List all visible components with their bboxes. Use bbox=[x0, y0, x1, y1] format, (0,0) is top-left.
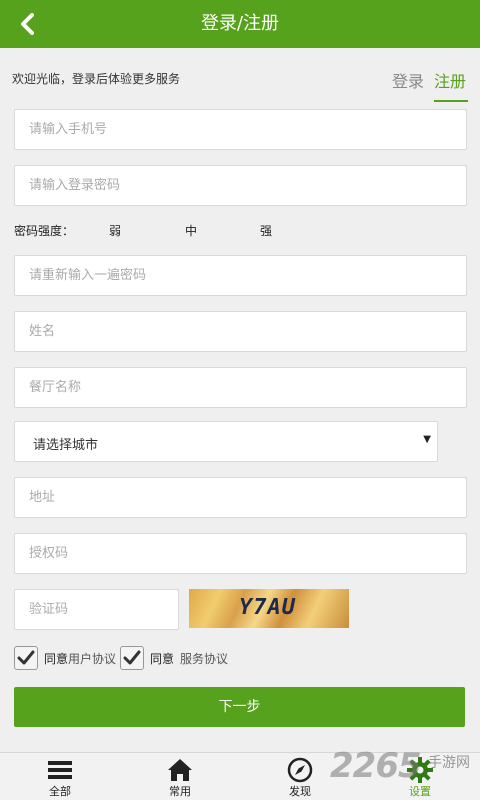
address-field-wrap bbox=[14, 477, 467, 518]
menu-icon bbox=[48, 761, 72, 779]
gear-icon bbox=[407, 757, 433, 783]
confirm-password-input[interactable] bbox=[15, 256, 466, 295]
welcome-text: 欢迎光临，登录后体验更多服务 bbox=[12, 72, 181, 86]
service-agreement-link[interactable]: 服务协议 bbox=[180, 650, 228, 667]
compass-icon bbox=[287, 757, 313, 783]
strength-label: 密码强度： bbox=[14, 224, 75, 238]
restaurant-name-input[interactable] bbox=[15, 368, 466, 407]
agree-user-checkbox[interactable] bbox=[14, 646, 38, 670]
captcha-text: Y7AU bbox=[239, 595, 296, 620]
phone-field-wrap bbox=[14, 109, 467, 150]
tab-login[interactable]: 登录 bbox=[392, 68, 424, 92]
welcome-row: 欢迎光临，登录后体验更多服务 登录 注册 bbox=[0, 48, 480, 102]
name-field-wrap bbox=[14, 311, 467, 352]
city-select[interactable]: 请选择城市 ▼ bbox=[14, 421, 438, 462]
name-input[interactable] bbox=[15, 312, 466, 351]
home-icon bbox=[168, 759, 192, 781]
auth-code-input[interactable] bbox=[15, 534, 466, 573]
page-title: 登录/注册 bbox=[200, 13, 280, 34]
nav-label-settings: 设置 bbox=[409, 785, 431, 798]
password-field-wrap bbox=[14, 165, 467, 206]
auth-code-field-wrap bbox=[14, 533, 467, 574]
nav-item-settings[interactable]: 设置 bbox=[380, 753, 460, 800]
agree-service-row: 同意 服务协议 bbox=[120, 645, 228, 671]
tab-register[interactable]: 注册 bbox=[434, 68, 469, 102]
nav-label-discover: 发现 bbox=[289, 785, 311, 798]
checkmark-icon bbox=[123, 650, 141, 665]
header-bar: 登录/注册 bbox=[0, 0, 480, 48]
captcha-field-wrap bbox=[14, 589, 179, 630]
phone-input[interactable] bbox=[15, 110, 466, 149]
confirm-password-field-wrap bbox=[14, 255, 467, 296]
nav-item-common[interactable]: 常用 bbox=[140, 753, 220, 800]
address-input[interactable] bbox=[15, 478, 466, 517]
agree-service-checkbox[interactable] bbox=[120, 646, 144, 670]
city-select-value: 请选择城市 bbox=[33, 438, 99, 453]
strength-medium: 中 bbox=[185, 224, 198, 238]
strength-strong: 强 bbox=[260, 224, 273, 238]
bottom-nav: 全部 常用 发现 设置 bbox=[0, 752, 480, 800]
checkmark-icon bbox=[17, 650, 35, 665]
nav-label-common: 常用 bbox=[169, 785, 191, 798]
strength-weak: 弱 bbox=[109, 224, 122, 238]
captcha-image[interactable]: Y7AU bbox=[189, 589, 349, 628]
captcha-input[interactable] bbox=[15, 590, 178, 629]
nav-label-all: 全部 bbox=[49, 785, 71, 798]
agree-user-label: 同意 bbox=[44, 651, 69, 666]
password-strength: 密码强度： 弱 中 强 bbox=[14, 222, 467, 242]
nav-item-all[interactable]: 全部 bbox=[20, 753, 100, 800]
agree-service-label: 同意 bbox=[150, 651, 175, 666]
user-agreement-link[interactable]: 用户协议 bbox=[68, 650, 116, 667]
restaurant-field-wrap bbox=[14, 367, 467, 408]
next-step-button[interactable]: 下一步 bbox=[14, 687, 465, 727]
nav-item-discover[interactable]: 发现 bbox=[260, 753, 340, 800]
agree-user-row: 同意 用户协议 bbox=[14, 645, 116, 671]
password-input[interactable] bbox=[15, 166, 466, 205]
caret-down-icon: ▼ bbox=[423, 434, 431, 445]
